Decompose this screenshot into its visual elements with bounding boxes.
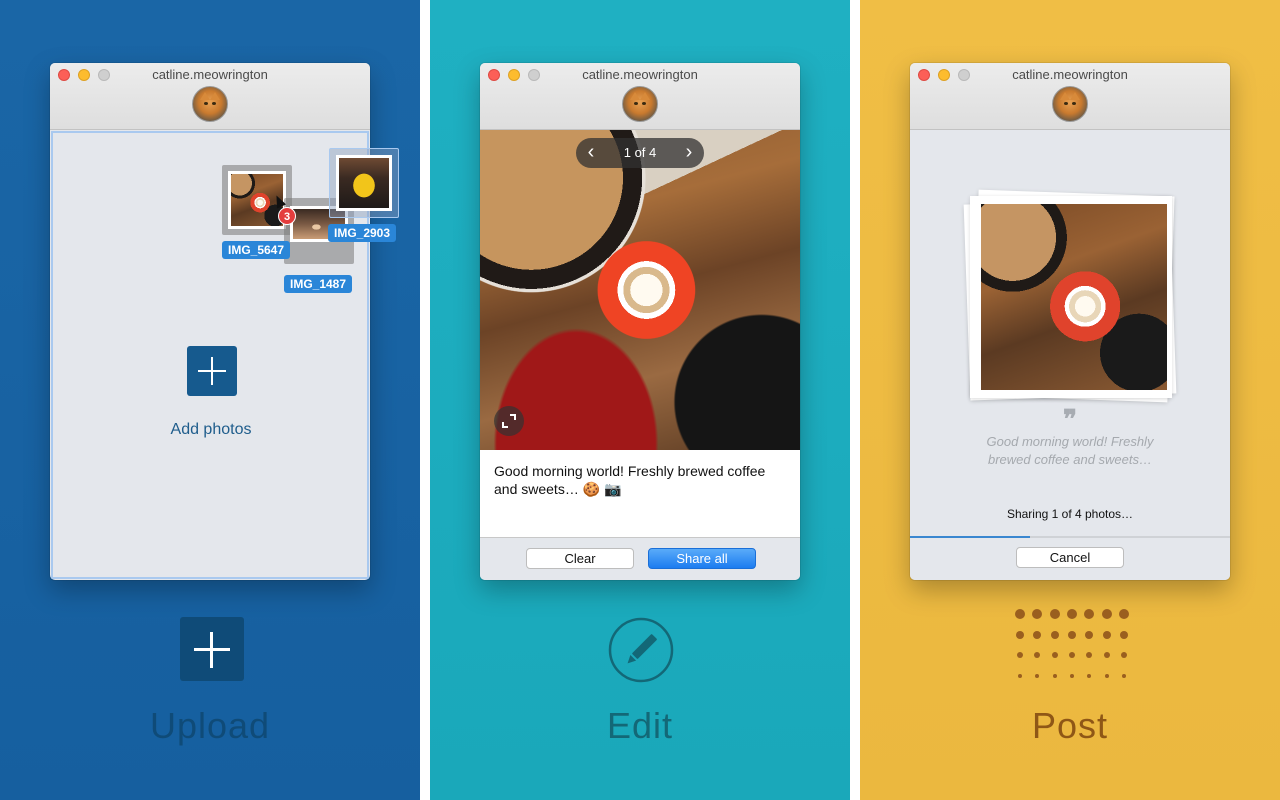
step-label-upload: Upload <box>149 705 271 746</box>
dot <box>1033 630 1042 639</box>
edit-panel: catline.meowrington ‹ 1 of 4 › Good morn… <box>430 0 850 800</box>
dot <box>1035 673 1040 678</box>
photo-thumbnail <box>336 155 392 211</box>
photo-stack <box>963 189 1177 403</box>
cat-eye-icon <box>1072 102 1076 105</box>
plus-icon <box>211 357 213 385</box>
file-name-tag: IMG_5647 <box>222 241 291 259</box>
expand-button[interactable] <box>494 406 524 436</box>
add-photos-label[interactable]: Add photos <box>53 421 369 439</box>
dot <box>1049 609 1060 619</box>
step-label-post: Post <box>1031 705 1109 746</box>
photo-thumbnail <box>981 204 1167 390</box>
dot <box>1104 673 1109 678</box>
upload-panel: catline.meowrington Add photos 3 IMG_564… <box>0 0 420 800</box>
dot <box>1016 630 1024 639</box>
dragged-photo-img-2903[interactable] <box>329 148 399 218</box>
expand-icon <box>510 414 516 420</box>
step-label-edit: Edit <box>606 705 674 746</box>
cat-ear-icon <box>200 92 210 100</box>
dot <box>1102 630 1111 639</box>
post-panel: catline.meowrington ❞ Good morning world… <box>860 0 1280 800</box>
dot-grid-icon <box>1012 606 1132 680</box>
action-bar: Cancel <box>910 538 1230 580</box>
post-window: catline.meowrington ❞ Good morning world… <box>910 63 1230 580</box>
dot <box>1017 652 1023 658</box>
cat-ear-icon <box>630 92 640 100</box>
dot <box>1084 609 1095 619</box>
dot <box>1086 652 1093 658</box>
user-avatar[interactable] <box>192 86 228 122</box>
dot <box>1118 609 1129 619</box>
file-name-tag: IMG_2903 <box>328 224 397 242</box>
sharing-status: Sharing 1 of 4 photos… <box>1006 507 1134 521</box>
add-photos-button[interactable] <box>187 346 237 396</box>
dot <box>1052 673 1057 678</box>
dot <box>1119 630 1128 639</box>
cat-eye-icon <box>204 102 208 105</box>
cat-eye-icon <box>634 102 638 105</box>
clear-button[interactable]: Clear <box>526 548 634 569</box>
quote-icon: ❞ <box>1063 405 1077 435</box>
dot <box>1087 673 1092 678</box>
cat-ear-icon <box>1060 92 1070 100</box>
dot <box>1015 609 1025 619</box>
cat-eye-icon <box>642 102 646 105</box>
share-all-button[interactable]: Share all <box>648 548 756 569</box>
photo-pager: ‹ 1 of 4 › <box>576 138 704 168</box>
dot <box>1120 652 1127 658</box>
dot <box>1068 652 1075 658</box>
cat-eye-icon <box>1064 102 1068 105</box>
dot <box>1018 673 1022 678</box>
upload-window: catline.meowrington Add photos <box>50 63 370 580</box>
caption-input[interactable]: Good morning world! Freshly brewed coffe… <box>480 450 800 538</box>
plus-icon-bar <box>210 632 213 668</box>
title-bar: catline.meowrington <box>50 63 370 130</box>
cat-ear-icon <box>210 92 220 100</box>
dot <box>1034 652 1041 658</box>
dot <box>1066 609 1077 619</box>
dot <box>1103 652 1110 658</box>
user-avatar[interactable] <box>1052 86 1088 122</box>
title-bar: catline.meowrington <box>910 63 1230 130</box>
edit-window: catline.meowrington ‹ 1 of 4 › Good morn… <box>480 63 800 580</box>
chevron-right-icon[interactable]: › <box>677 138 701 168</box>
action-bar: Clear Share all <box>480 539 800 580</box>
dot <box>1067 630 1076 639</box>
user-avatar[interactable] <box>622 86 658 122</box>
window-title: catline.meowrington <box>582 67 698 82</box>
plus-square-icon <box>180 617 244 681</box>
cancel-button[interactable]: Cancel <box>1016 547 1124 568</box>
dot <box>1101 609 1112 619</box>
feature-showcase: catline.meowrington Add photos 3 IMG_564… <box>0 0 1280 800</box>
cat-ear-icon <box>1070 92 1080 100</box>
expand-icon <box>502 422 508 428</box>
dot <box>1032 609 1043 619</box>
dot <box>1069 673 1074 678</box>
file-name-tag: IMG_1487 <box>284 275 353 293</box>
pencil-circle-icon <box>608 617 674 683</box>
cat-eye-icon <box>212 102 216 105</box>
title-bar: catline.meowrington <box>480 63 800 130</box>
dot <box>1085 630 1094 639</box>
drag-count-badge: 3 <box>278 207 296 225</box>
photo-preview: ‹ 1 of 4 › <box>480 130 800 450</box>
caption-text[interactable]: Good morning world! Freshly brewed coffe… <box>494 462 786 498</box>
dot <box>1121 673 1126 678</box>
dot <box>1051 652 1058 658</box>
window-title: catline.meowrington <box>152 67 268 82</box>
dot <box>1050 630 1059 639</box>
cat-ear-icon <box>640 92 650 100</box>
window-title: catline.meowrington <box>1012 67 1128 82</box>
caption-quote: Good morning world! Freshly brewed coffe… <box>986 434 1154 467</box>
